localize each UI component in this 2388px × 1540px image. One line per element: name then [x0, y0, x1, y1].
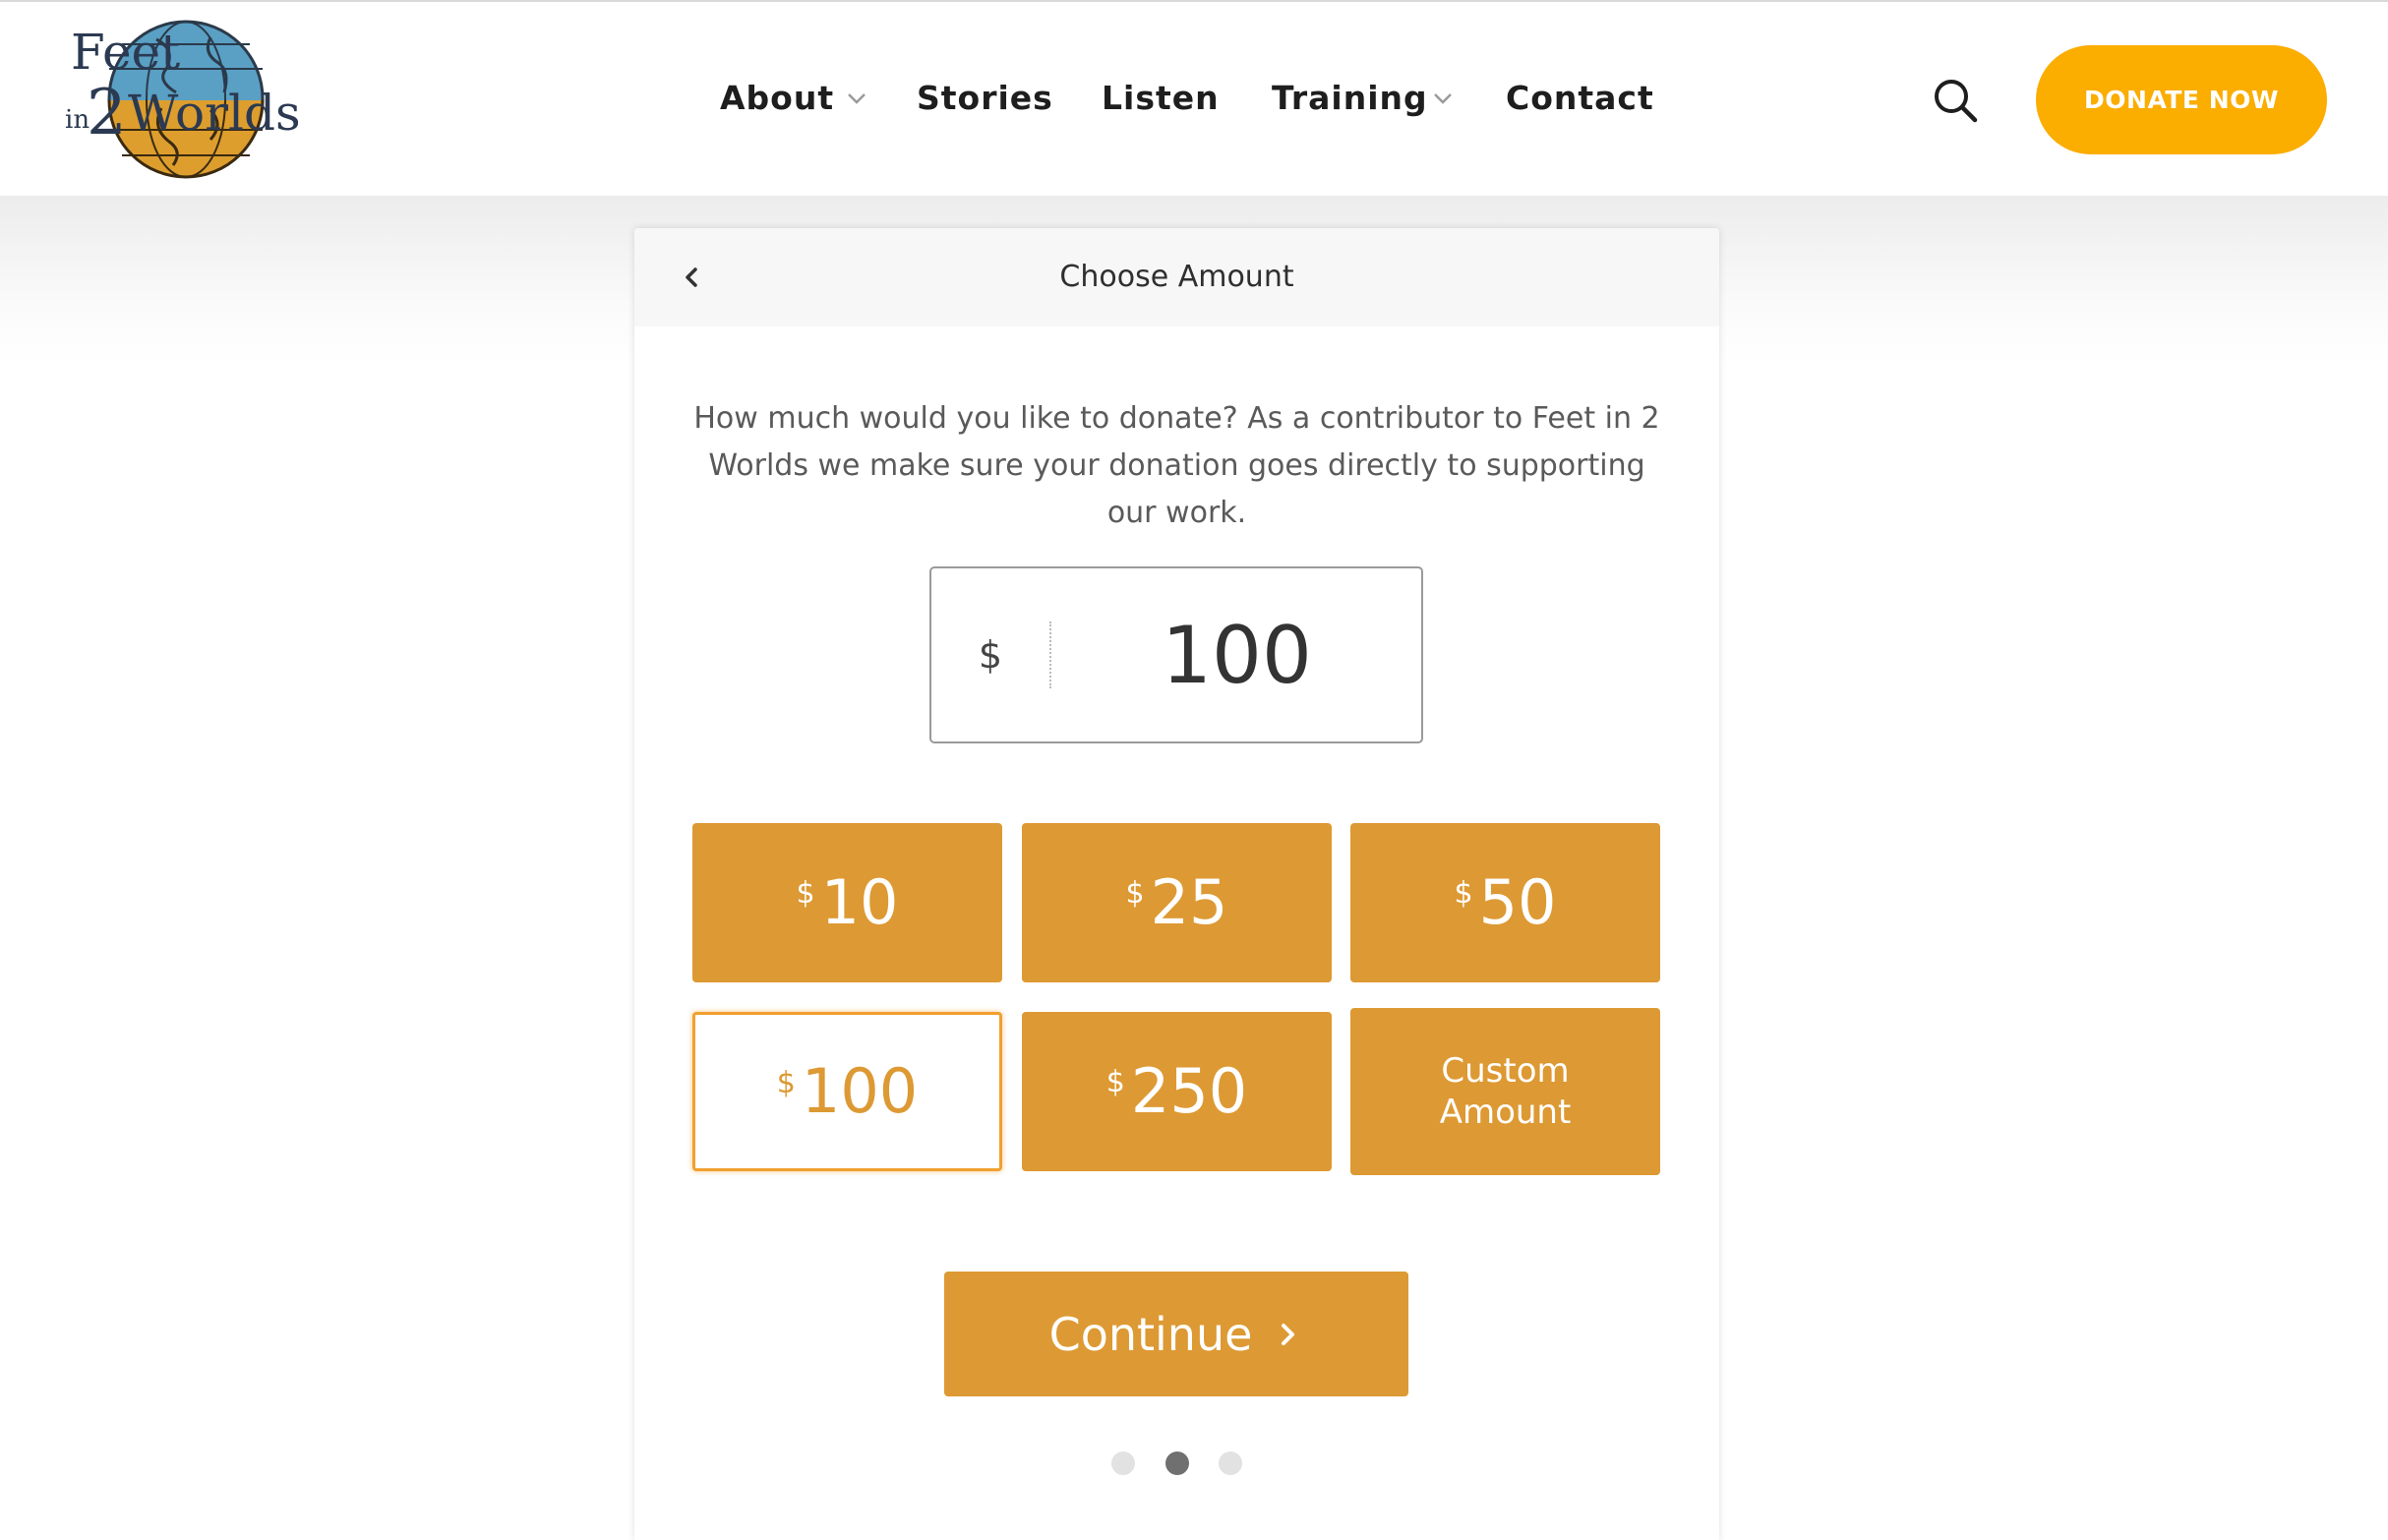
level-value: 250 [1130, 1055, 1248, 1127]
step-dot-1[interactable] [1111, 1451, 1135, 1475]
amount-field[interactable]: $ [929, 566, 1423, 743]
chevron-left-icon[interactable] [672, 258, 711, 297]
chevron-right-icon [1274, 1315, 1303, 1354]
step-dot-2[interactable] [1165, 1451, 1189, 1475]
search-icon[interactable] [1932, 77, 1979, 124]
nav-item-label: Listen [1102, 79, 1220, 117]
chevron-down-icon[interactable] [844, 69, 869, 128]
card-header: Choose Amount [634, 228, 1719, 326]
level-50-button[interactable]: $ 50 [1350, 823, 1660, 982]
level-100-button[interactable]: $ 100 [692, 1012, 1002, 1171]
level-10-button[interactable]: $ 10 [692, 823, 1002, 982]
continue-label: Continue [1048, 1307, 1253, 1361]
custom-amount-button[interactable]: Custom Amount [1350, 1008, 1660, 1175]
level-25-button[interactable]: $ 25 [1022, 823, 1332, 982]
form-step-title: Choose Amount [1059, 260, 1294, 294]
currency-symbol: $ [978, 633, 1003, 677]
site-header: Feet in 2 Worlds About Stories Listen Tr… [0, 0, 2388, 196]
donate-now-button[interactable]: DONATE NOW [2036, 45, 2327, 154]
step-indicator [634, 1451, 1719, 1475]
chevron-down-icon[interactable] [1430, 69, 1456, 128]
level-amount: $ 100 [695, 1015, 999, 1168]
amount-input[interactable] [1052, 568, 1421, 741]
level-currency-symbol: $ [1105, 1065, 1125, 1099]
level-currency-symbol: $ [776, 1066, 796, 1100]
level-value: 10 [820, 866, 899, 938]
level-amount: $ 10 [694, 825, 1000, 980]
currency-divider [1049, 622, 1051, 688]
level-currency-symbol: $ [1454, 876, 1473, 911]
level-value: 50 [1478, 866, 1557, 938]
level-250-button[interactable]: $ 250 [1022, 1012, 1332, 1171]
custom-amount-label: Custom Amount [1439, 1051, 1572, 1132]
nav-item-contact[interactable]: Contact [1506, 69, 1654, 128]
nav-item-stories[interactable]: Stories [917, 69, 1053, 128]
level-currency-symbol: $ [1125, 876, 1145, 911]
level-amount: $ 50 [1352, 825, 1658, 980]
nav-item-label: Training [1272, 79, 1428, 117]
nav-item-training[interactable]: Training [1272, 69, 1428, 128]
nav-item-about[interactable]: About [720, 69, 834, 128]
level-amount: $ 250 [1024, 1014, 1330, 1169]
nav-item-listen[interactable]: Listen [1102, 69, 1220, 128]
level-currency-symbol: $ [796, 876, 815, 911]
level-amount: $ 25 [1024, 825, 1330, 980]
level-value: 100 [801, 1055, 919, 1127]
donation-intro-text: How much would you like to donate? As a … [693, 401, 1660, 530]
nav-item-label: About [720, 79, 835, 117]
main-nav: About Stories Listen Training Contact [0, 69, 2388, 128]
step-dot-3[interactable] [1219, 1451, 1242, 1475]
level-value: 25 [1150, 866, 1228, 938]
donation-form-card: Choose Amount How much would you like to… [634, 228, 1719, 1540]
nav-item-label: Stories [917, 79, 1053, 117]
continue-button[interactable]: Continue [944, 1272, 1408, 1396]
nav-item-label: Contact [1506, 79, 1654, 117]
